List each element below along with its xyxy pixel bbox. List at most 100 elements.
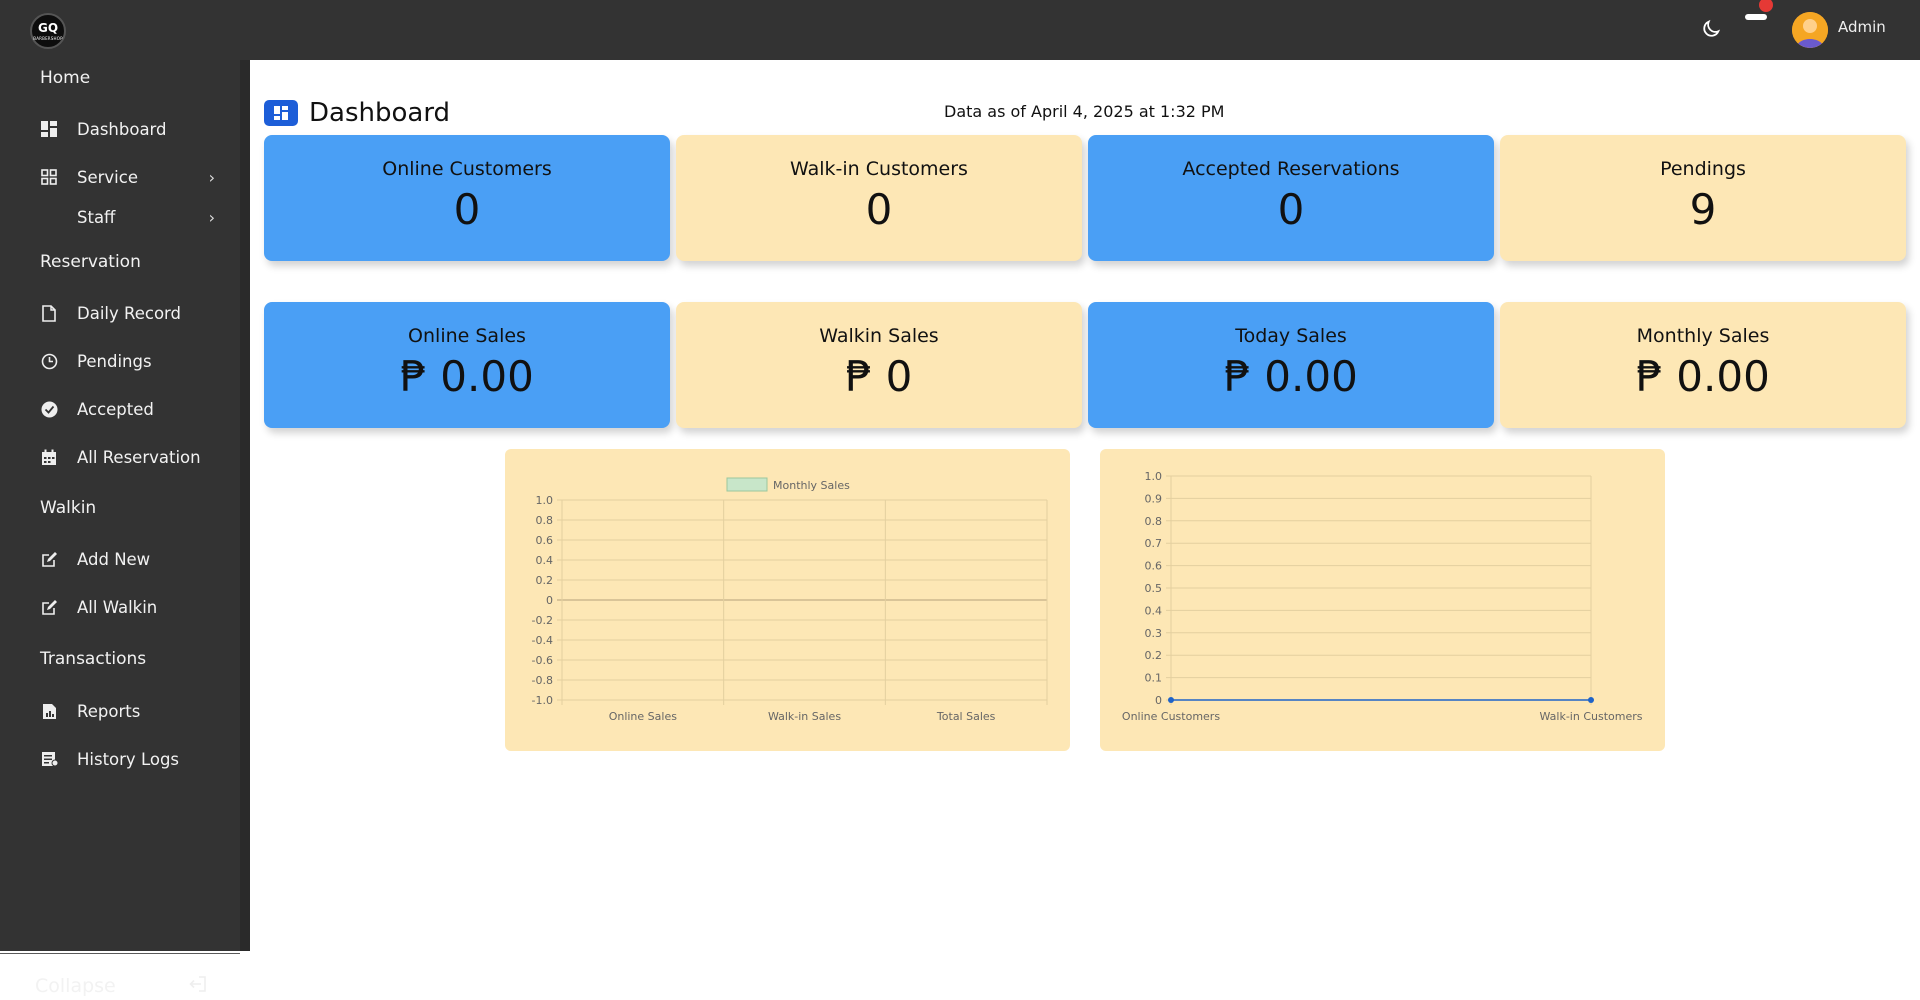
y-tick-label: 0.8 bbox=[1145, 515, 1163, 528]
sidebar-item-label: Daily Record bbox=[77, 303, 182, 323]
collapse-button[interactable]: Collapse bbox=[35, 972, 207, 1000]
sidebar-item-accepted[interactable]: Accepted bbox=[40, 394, 215, 424]
y-tick-label: 1.0 bbox=[1145, 470, 1163, 483]
y-tick-label: 0 bbox=[1155, 694, 1162, 707]
x-tick-label: Total Sales bbox=[936, 710, 996, 723]
sidebar-section-reservation: Reservation bbox=[40, 252, 141, 272]
sidebar-item-label: Accepted bbox=[77, 399, 154, 419]
y-tick-label: 0.6 bbox=[536, 534, 554, 547]
report-icon bbox=[40, 702, 58, 720]
pendings-card: Pendings 9 bbox=[1500, 135, 1906, 261]
online-sales-card: Online Sales ₱ 0.00 bbox=[264, 302, 670, 428]
data-timestamp: Data as of April 4, 2025 at 1:32 PM bbox=[944, 102, 1225, 121]
card-label: Today Sales bbox=[1235, 325, 1347, 347]
collapse-icon bbox=[189, 975, 207, 998]
chevron-right-icon: › bbox=[208, 168, 215, 187]
data-point bbox=[1168, 697, 1174, 703]
sales-bar-chart-panel: Monthly Sales 1.0 0.8 0.6 0.4 0.2 0 -0.2 -0.4 -0.… bbox=[505, 449, 1070, 751]
sidebar-item-history-logs[interactable]: History Logs bbox=[40, 744, 215, 774]
y-tick-label: 0.4 bbox=[536, 554, 554, 567]
y-tick-label: 0.5 bbox=[1145, 582, 1163, 595]
card-value: ₱ 0.00 bbox=[1636, 352, 1770, 401]
sidebar-divider bbox=[0, 953, 240, 954]
sidebar-item-label: All Walkin bbox=[77, 597, 158, 617]
logo-text: GQ bbox=[37, 21, 59, 35]
check-badge-icon bbox=[40, 400, 58, 418]
online-customers-card: Online Customers 0 bbox=[264, 135, 670, 261]
card-value: 0 bbox=[865, 185, 893, 234]
notification-bar bbox=[1745, 14, 1767, 20]
walkin-customers-card: Walk-in Customers 0 bbox=[676, 135, 1082, 261]
sidebar-item-label: Service bbox=[77, 167, 138, 187]
clock-icon bbox=[40, 352, 58, 370]
user-name[interactable]: Admin bbox=[1838, 18, 1886, 36]
file-icon bbox=[40, 304, 58, 322]
sidebar-item-service[interactable]: Service › bbox=[40, 162, 215, 192]
collapse-label: Collapse bbox=[35, 975, 116, 997]
x-tick-label: Online Customers bbox=[1122, 710, 1220, 723]
card-value: 0 bbox=[453, 185, 481, 234]
chevron-right-icon: › bbox=[208, 208, 215, 227]
logo-subtext: BARBERSHOP bbox=[33, 36, 63, 41]
x-tick-label: Walk-in Sales bbox=[768, 710, 841, 723]
customers-line-chart-panel: 1.0 0.9 0.8 0.7 0.6 0.5 0.4 0.3 0.2 0.1 0 Online Cu… bbox=[1100, 449, 1665, 751]
moon-icon[interactable] bbox=[1700, 18, 1722, 40]
sidebar-item-label: Add New bbox=[77, 549, 151, 569]
accepted-reservations-card: Accepted Reservations 0 bbox=[1088, 135, 1494, 261]
bell-icon[interactable] bbox=[1745, 0, 1773, 22]
page-header: Dashboard bbox=[264, 98, 450, 128]
card-value: 9 bbox=[1689, 185, 1717, 234]
y-tick-label: -0.2 bbox=[532, 614, 553, 627]
data-point bbox=[1588, 697, 1594, 703]
sidebar-edge bbox=[240, 60, 250, 951]
y-tick-label: 0.6 bbox=[1145, 560, 1163, 573]
sidebar-item-staff[interactable]: Staff › bbox=[77, 202, 215, 232]
sidebar-section-transactions: Transactions bbox=[40, 649, 147, 669]
calendar-icon bbox=[40, 448, 58, 466]
sidebar-item-add-new[interactable]: Add New bbox=[40, 544, 215, 574]
y-tick-label: 0.3 bbox=[1145, 627, 1163, 640]
card-label: Walkin Sales bbox=[819, 325, 939, 347]
y-tick-label: -0.8 bbox=[532, 674, 553, 687]
y-tick-label: 1.0 bbox=[536, 494, 554, 507]
customers-line-chart: 1.0 0.9 0.8 0.7 0.6 0.5 0.4 0.3 0.2 0.1 0 Online Cu… bbox=[1122, 470, 1643, 723]
y-tick-label: 0.1 bbox=[1145, 672, 1163, 685]
y-tick-label: 0.2 bbox=[536, 574, 554, 587]
sidebar-item-reports[interactable]: Reports bbox=[40, 696, 215, 726]
sidebar: Home Dashboard Service › Staff › Reserva… bbox=[0, 60, 250, 997]
edit-icon bbox=[40, 550, 58, 568]
page-title: Dashboard bbox=[309, 98, 451, 128]
y-tick-label: 0 bbox=[546, 594, 553, 607]
notification-badge bbox=[1759, 0, 1773, 12]
card-label: Walk-in Customers bbox=[790, 158, 968, 180]
y-tick-label: -0.6 bbox=[532, 654, 553, 667]
sidebar-item-label: Pendings bbox=[77, 351, 152, 371]
card-value: ₱ 0.00 bbox=[1224, 352, 1358, 401]
sidebar-item-label: History Logs bbox=[77, 749, 180, 769]
sidebar-section-home: Home bbox=[40, 68, 91, 88]
card-value: ₱ 0 bbox=[845, 352, 913, 401]
brand-logo[interactable]: GQ BARBERSHOP bbox=[30, 13, 66, 49]
grid-icon bbox=[40, 168, 58, 186]
sales-bar-chart: Monthly Sales 1.0 0.8 0.6 0.4 0.2 0 -0.2 -0.4 -0.… bbox=[532, 477, 1048, 723]
y-tick-label: 0.7 bbox=[1145, 537, 1163, 550]
sidebar-item-daily-record[interactable]: Daily Record bbox=[40, 298, 215, 328]
top-bar: GQ BARBERSHOP Admin bbox=[0, 0, 1920, 60]
y-tick-label: 0.9 bbox=[1145, 492, 1163, 505]
card-label: Online Customers bbox=[382, 158, 552, 180]
sidebar-item-all-reservation[interactable]: All Reservation bbox=[40, 442, 215, 472]
y-tick-label: -1.0 bbox=[532, 694, 553, 707]
sidebar-item-dashboard[interactable]: Dashboard bbox=[40, 114, 215, 144]
sidebar-item-pendings[interactable]: Pendings bbox=[40, 346, 215, 376]
dashboard-icon bbox=[40, 120, 58, 138]
edit-icon bbox=[40, 598, 58, 616]
y-tick-label: 0.2 bbox=[1145, 649, 1163, 662]
card-label: Pendings bbox=[1660, 158, 1746, 180]
sidebar-item-label: Dashboard bbox=[77, 119, 167, 139]
sidebar-item-label: Reports bbox=[77, 701, 141, 721]
x-tick-label: Walk-in Customers bbox=[1540, 710, 1643, 723]
sidebar-item-all-walkin[interactable]: All Walkin bbox=[40, 592, 215, 622]
avatar[interactable] bbox=[1792, 12, 1828, 48]
legend-swatch bbox=[726, 477, 768, 492]
card-label: Accepted Reservations bbox=[1182, 158, 1400, 180]
